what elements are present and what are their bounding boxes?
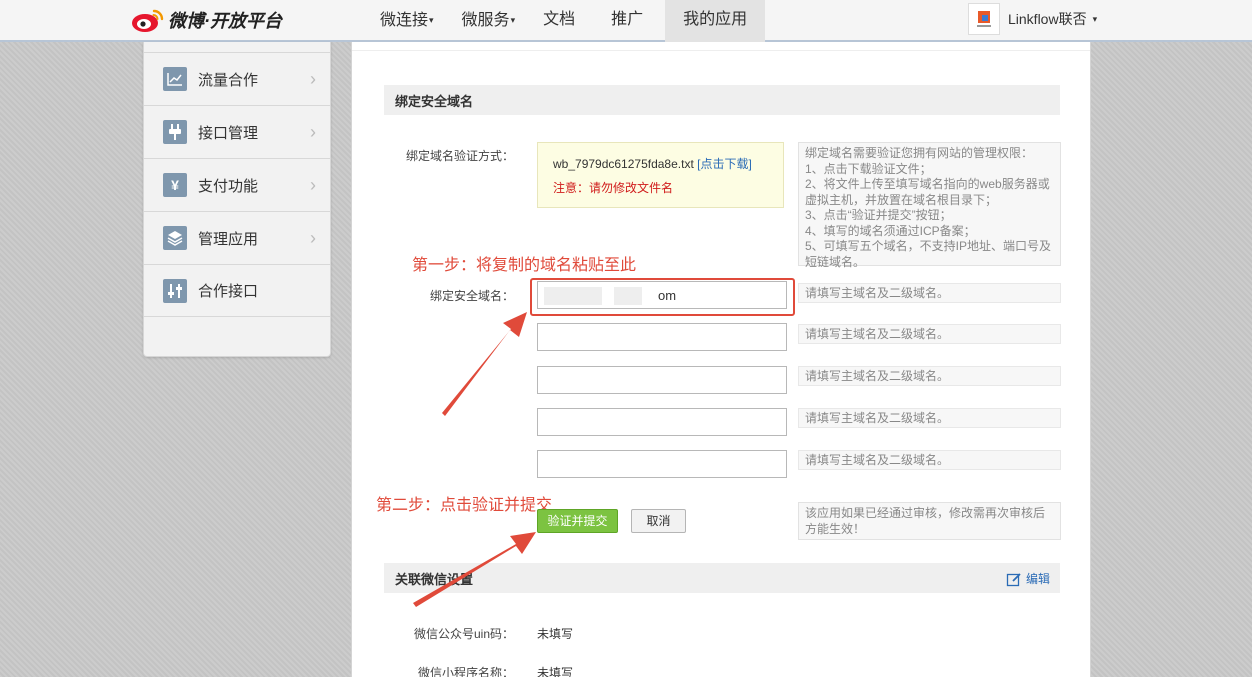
sidebar-item-label: 合作接口: [198, 283, 259, 300]
domain-input-5[interactable]: [537, 450, 787, 478]
nav-label: 微服务: [461, 12, 510, 29]
filename-warning: 注意：请勿修改文件名: [553, 181, 674, 195]
help-line: 4、填写的域名须通过ICP备案；: [805, 223, 976, 238]
sidebar-item-coop-api[interactable]: 合作接口: [144, 264, 330, 317]
weibo-eye-icon: [132, 9, 164, 32]
nav-label: 推广: [611, 11, 644, 28]
nav-label: 微连接: [380, 12, 429, 29]
verify-file-row: wb_7979dc61275fda8e.txt [点击下载]: [553, 155, 783, 172]
sidebar-item-label: 支付功能: [198, 177, 259, 195]
nav-weifuwu[interactable]: 微服务▾: [448, 0, 530, 42]
sidebar-item-label: 流量合作: [198, 71, 259, 89]
section-bind-domain-title: 绑定安全域名: [384, 85, 1060, 115]
step1-annotation: 第一步：将复制的域名粘贴至此: [412, 257, 637, 274]
chevron-right-icon: ›: [310, 69, 316, 89]
nav-label: 我的应用: [683, 11, 748, 28]
domain-hint: 请填写主域名及二级域名。: [798, 366, 1061, 386]
download-link[interactable]: [点击下载]: [697, 157, 752, 171]
help-line: 5、可填写五个域名，不支持IP地址、端口号及: [805, 239, 1052, 253]
nav-promote[interactable]: 推广: [589, 0, 665, 42]
domain-label: 绑定安全域名：: [429, 289, 514, 303]
nav-docs[interactable]: 文档: [529, 0, 589, 42]
help-line: 短链域名。: [805, 254, 866, 269]
wechat-uin-value: 未填写: [537, 627, 574, 641]
domain-hint: 请填写主域名及二级域名。: [798, 283, 1061, 303]
domain-help-box: 绑定域名需要验证您拥有网站的管理权限： 1、点击下载验证文件； 2、将文件上传至…: [798, 142, 1061, 269]
domain-input-3[interactable]: [537, 366, 787, 394]
user-name: Linkflow联否: [1008, 11, 1087, 27]
domain-input-4[interactable]: [537, 408, 787, 436]
main-nav: 微连接▾ 微服务▾ 文档 推广 我的应用: [366, 0, 766, 42]
sliders-icon: [163, 278, 187, 303]
chevron-right-icon: ›: [310, 228, 316, 248]
sidebar-item-label: 接口管理: [198, 124, 259, 142]
verify-file-box: wb_7979dc61275fda8e.txt [点击下载] 注意：请勿修改文件…: [537, 142, 784, 208]
domain-input-2[interactable]: [537, 323, 787, 351]
miniprogram-name-value: 未填写: [537, 666, 574, 677]
help-line: 绑定域名需要验证您拥有网站的管理权限：: [805, 146, 1034, 160]
verify-method-label: 绑定域名验证方式：: [405, 149, 514, 163]
cancel-button[interactable]: 取消: [631, 509, 686, 533]
yen-icon: ¥: [163, 173, 187, 197]
note-line: 该应用如果已经通过审核，修改需再次审核后: [805, 506, 1046, 520]
logo-text: 微博·开放平台: [168, 11, 282, 31]
miniprogram-name-label: 微信小程序名称：: [417, 666, 514, 677]
main-panel: 绑定安全域名 绑定域名验证方式： wb_7979dc61275fda8e.txt…: [351, 42, 1091, 677]
sidebar-item-label: 管理应用: [198, 230, 259, 248]
user-menu[interactable]: Linkflow联否 ▾: [968, 3, 1097, 35]
wechat-uin-label: 微信公众号uin码：: [413, 627, 514, 641]
nav-my-apps[interactable]: 我的应用: [665, 0, 766, 42]
domain-hint: 请填写主域名及二级域名。: [798, 324, 1061, 344]
help-line: 2、将文件上传至填写域名指向的web服务器或: [805, 177, 1050, 191]
domain-hint: 请填写主域名及二级域名。: [798, 408, 1061, 428]
top-bar: 微博·开放平台 微连接▾ 微服务▾ 文档 推广 我的应用 Linkflow联否 …: [0, 0, 1252, 42]
sidebar-item-payment[interactable]: ¥ 支付功能 ›: [144, 158, 330, 211]
highlight-frame: [530, 278, 795, 316]
layers-icon: [163, 226, 187, 250]
chevron-right-icon: ›: [310, 175, 316, 195]
divider: [352, 50, 1090, 51]
verify-file-name: wb_7979dc61275fda8e.txt: [553, 157, 694, 171]
chevron-down-icon: ▾: [1092, 13, 1098, 24]
verify-submit-button[interactable]: 验证并提交: [537, 509, 618, 533]
weibo-logo[interactable]: 微博·开放平台: [130, 6, 282, 34]
review-note-box: 该应用如果已经通过审核，修改需再次审核后 方能生效！: [798, 502, 1061, 540]
avatar: [968, 3, 1000, 35]
nav-label: 文档: [543, 11, 576, 28]
nav-weilianjie[interactable]: 微连接▾: [366, 0, 448, 42]
sidebar: 流量合作 › 接口管理 › ¥ 支付功能 › 管理应用 › 合作接口: [143, 42, 331, 357]
help-line: 1、点击下载验证文件；: [805, 161, 932, 176]
chart-icon: [163, 67, 187, 91]
domain-hint: 请填写主域名及二级域名。: [798, 450, 1061, 470]
section-wechat-title: 关联微信设置: [384, 563, 1060, 593]
help-line: 虚拟主机，并放置在域名根目录下；: [805, 192, 998, 207]
chevron-right-icon: ›: [310, 122, 316, 142]
plug-icon: [163, 120, 187, 144]
edit-label: 编辑: [1026, 572, 1051, 586]
help-line: 3、点击“验证并提交”按钮；: [805, 208, 952, 222]
sidebar-item-api[interactable]: 接口管理 ›: [144, 105, 330, 158]
chevron-down-icon: ▾: [510, 15, 516, 25]
step2-annotation: 第二步：点击验证并提交: [376, 497, 553, 514]
note-line: 方能生效！: [805, 521, 866, 536]
sidebar-item-traffic[interactable]: 流量合作 ›: [144, 52, 330, 105]
chevron-down-icon: ▾: [429, 15, 434, 25]
edit-icon: [1006, 572, 1021, 586]
edit-button[interactable]: 编辑: [1006, 570, 1050, 587]
app-logo-icon: [977, 11, 991, 27]
sidebar-item-manage-app[interactable]: 管理应用 ›: [144, 211, 330, 264]
